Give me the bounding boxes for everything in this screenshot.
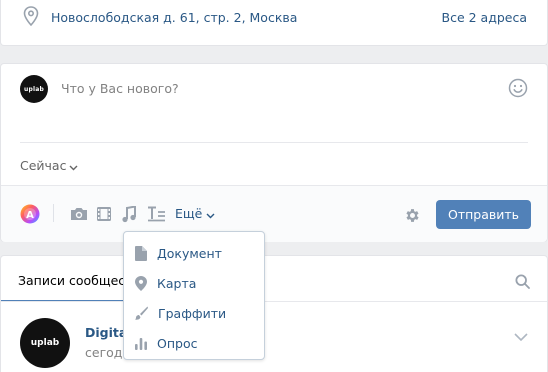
color-poster-icon[interactable]: A <box>20 204 40 228</box>
toolbar-separator <box>53 204 54 222</box>
menu-item-label: Документ <box>157 245 222 261</box>
avatar[interactable]: uplab <box>20 75 48 103</box>
menu-item-label: Карта <box>157 275 197 291</box>
music-icon[interactable] <box>122 205 136 227</box>
divider <box>20 142 528 143</box>
composer-toolbar: A Ещё Отправить <box>1 185 547 242</box>
map-pin-icon <box>135 275 147 291</box>
divider <box>1 301 547 302</box>
menu-item-label: Опрос <box>157 335 198 351</box>
send-button[interactable]: Отправить <box>436 200 531 229</box>
community-posts: Записи сообщества uplab Digital сегодня <box>0 255 548 372</box>
post-composer: uplab Что у Вас нового? Сейчас A Ещё Отп… <box>0 63 548 242</box>
brush-icon <box>135 306 148 320</box>
address-link[interactable]: Новослободская д. 61, стр. 2, Москва <box>51 10 297 25</box>
menu-item-map[interactable]: Карта <box>124 268 264 298</box>
avatar[interactable]: uplab <box>20 318 70 368</box>
video-icon[interactable] <box>97 206 111 226</box>
address-card: Новослободская д. 61, стр. 2, Москва Все… <box>0 0 548 46</box>
more-label: Ещё <box>175 206 203 221</box>
chevron-down-icon[interactable] <box>514 330 528 345</box>
more-attachments-button[interactable]: Ещё <box>175 206 215 222</box>
more-attachments-menu: Документ Карта Граффити Опрос <box>123 231 265 360</box>
text-article-icon[interactable] <box>147 206 166 226</box>
search-icon[interactable] <box>515 274 530 293</box>
poll-icon <box>135 337 147 350</box>
all-addresses-link[interactable]: Все 2 адреса <box>442 10 528 25</box>
publish-time-label: Сейчас <box>20 158 67 173</box>
chevron-down-icon <box>206 207 215 222</box>
camera-icon[interactable] <box>69 206 89 226</box>
gear-icon[interactable] <box>404 207 421 228</box>
post-input[interactable]: Что у Вас нового? <box>61 81 179 96</box>
svg-text:A: A <box>26 210 34 221</box>
menu-item-document[interactable]: Документ <box>124 238 264 268</box>
location-pin-icon <box>23 6 39 30</box>
publish-time-selector[interactable]: Сейчас <box>20 158 78 174</box>
document-icon <box>135 245 147 261</box>
menu-item-label: Граффити <box>158 305 227 321</box>
chevron-down-icon <box>69 159 78 174</box>
emoji-icon[interactable] <box>508 78 528 102</box>
menu-item-poll[interactable]: Опрос <box>124 328 264 358</box>
menu-item-graffiti[interactable]: Граффити <box>124 298 264 328</box>
